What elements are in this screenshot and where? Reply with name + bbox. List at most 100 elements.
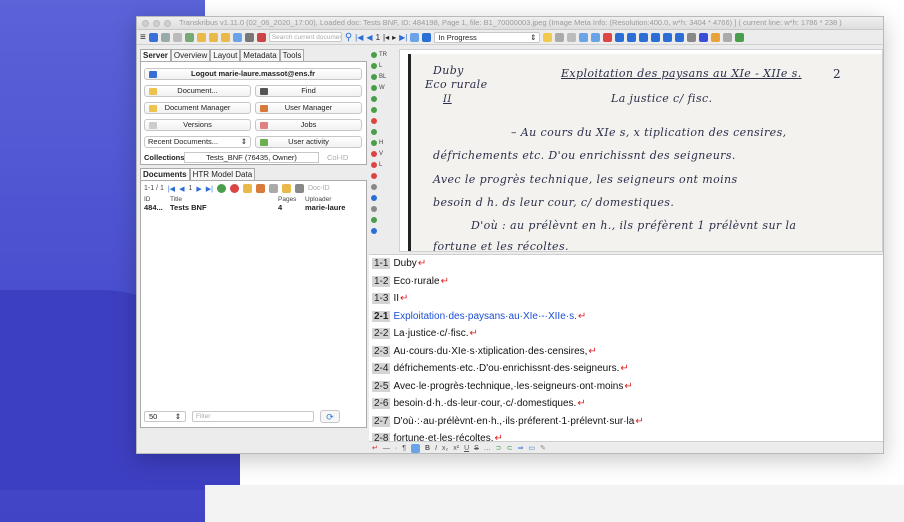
collection-select[interactable]: Tests_BNF (76435, Owner) (184, 152, 319, 163)
folder-icon[interactable] (196, 32, 206, 42)
zoom-region-icon[interactable] (603, 32, 613, 42)
transcript-line[interactable]: 2-6 besoin·d·h.·ds·leur·cour,·c/·domestiq… (369, 395, 883, 413)
tools-icon[interactable] (699, 32, 709, 42)
transcript-line[interactable]: 2-8 fortune·et·les·récoltes. ↵ (369, 430, 883, 441)
tool-button[interactable]: V (369, 148, 397, 159)
tool-button[interactable]: L (369, 60, 397, 71)
share-icon[interactable] (242, 184, 252, 193)
upload-icon[interactable] (256, 32, 266, 42)
arrow-icon[interactable] (663, 32, 673, 42)
pilcrow-icon[interactable]: ¶ (402, 445, 406, 452)
tab-layout[interactable]: Layout (210, 49, 241, 61)
tool-button[interactable] (369, 126, 397, 137)
apps-icon[interactable] (711, 32, 721, 42)
status-select[interactable]: In Progress ⇕ (434, 31, 541, 43)
transcript-line[interactable]: 2-5 Avec·le·progrès·technique,·les·seigne… (369, 378, 883, 396)
sync-icon[interactable] (232, 32, 242, 42)
last-page-icon[interactable]: ▶| (399, 33, 407, 42)
transcript-line[interactable]: 2-7 D'où·:·au·prélèvnt·en·h.,·ils·préfere… (369, 413, 883, 431)
remove-icon[interactable] (229, 184, 239, 193)
user-manager-button[interactable]: User Manager (255, 101, 362, 114)
tool-button[interactable] (369, 104, 397, 115)
col-id-input[interactable]: Col-ID (327, 153, 348, 162)
pages-icon[interactable] (567, 32, 577, 42)
line-text[interactable]: Duby (393, 258, 416, 269)
first-doc-icon[interactable]: |◂ (383, 33, 389, 42)
zoom-in-icon[interactable] (615, 32, 625, 42)
superscript-button[interactable]: x² (453, 445, 459, 452)
transcript-line[interactable]: 2-4 défrichements·etc.·D'ou·enrichissnt·d… (369, 360, 883, 378)
open-icon[interactable] (208, 32, 218, 42)
transcript-line[interactable]: 1-1 Duby ↵ (369, 255, 883, 273)
transcription-editor[interactable]: 1-1 Duby ↵ 1-2 Eco·rurale ↵ 1-3 II ↵ 2-1 Exploitat… (369, 254, 883, 441)
settings-icon[interactable] (184, 32, 194, 42)
col-id[interactable]: ID (144, 196, 170, 203)
menu-icon[interactable]: ≡ (140, 32, 146, 43)
recent-documents-select[interactable]: Recent Documents... ⇕ (144, 135, 251, 148)
expand-icon[interactable] (675, 32, 685, 42)
first-page-icon[interactable]: |◀ (168, 185, 175, 193)
refresh-button[interactable]: ⟳ (320, 410, 340, 423)
tool-button[interactable]: BL (369, 71, 397, 82)
jobs-button[interactable]: Jobs (255, 118, 362, 131)
page-size-select[interactable]: 50 ⇕ (144, 411, 186, 422)
tool-button[interactable] (369, 192, 397, 203)
minimize-icon[interactable] (153, 20, 160, 27)
line-text[interactable]: D'où·:·au·prélèvnt·en·h.,·ils·préferent·… (393, 416, 634, 427)
last-page-icon[interactable]: ▶| (206, 185, 213, 193)
col-uploader[interactable]: Uploader (305, 196, 355, 203)
italic-button[interactable]: I (435, 445, 437, 452)
close-icon[interactable] (142, 20, 149, 27)
table-row[interactable]: 484... Tests BNF 4 marie-laure (141, 203, 366, 212)
tool-button[interactable] (369, 115, 397, 126)
col-title[interactable]: Title (170, 196, 278, 203)
line-text[interactable]: Au·cours·du·XIe·s·xtiplication·des·censi… (393, 346, 587, 357)
tool-button[interactable] (369, 203, 397, 214)
fit-width-icon[interactable] (651, 32, 661, 42)
filter-input[interactable]: Filter (192, 411, 314, 422)
eye-icon[interactable] (591, 32, 601, 42)
tool-button[interactable] (369, 225, 397, 236)
search-icon[interactable]: ⚲ (345, 32, 352, 43)
line-text[interactable]: II (393, 293, 399, 304)
copy-icon[interactable] (268, 184, 278, 193)
search-input[interactable]: Search current document... (268, 32, 342, 42)
undo-icon[interactable]: ⊃ (496, 444, 502, 452)
versions-button[interactable]: Versions (144, 118, 251, 131)
tab-tools[interactable]: Tools (279, 49, 305, 61)
view-icon[interactable] (160, 32, 170, 42)
tool-button[interactable]: TR (369, 49, 397, 60)
next-page-icon[interactable]: ▶ (196, 185, 201, 193)
line-text[interactable]: La·justice·c/·fisc. (393, 328, 468, 339)
line-text[interactable]: Avec·le·progrès·technique,·les·seigneurs… (393, 381, 623, 392)
tool-button[interactable]: H (369, 137, 397, 148)
document-manager-button[interactable]: Document Manager (144, 101, 251, 114)
save-page-icon[interactable] (422, 32, 432, 42)
col-pages[interactable]: Pages (278, 196, 305, 203)
line-text[interactable]: Eco·rurale (393, 276, 439, 287)
maximize-icon[interactable] (164, 20, 171, 27)
tool-button[interactable] (369, 181, 397, 192)
lock-icon[interactable] (543, 32, 553, 42)
tool-button[interactable] (369, 93, 397, 104)
tool-button[interactable]: W (369, 82, 397, 93)
tab-metadata[interactable]: Metadata (240, 49, 280, 61)
space-icon[interactable]: · (395, 445, 397, 452)
bold-button[interactable]: B (425, 445, 430, 452)
tab-server[interactable]: Server (140, 49, 171, 61)
doc-id-input[interactable]: Doc-ID (308, 185, 330, 192)
prev-page-icon[interactable]: ◀ (179, 185, 184, 193)
reload-icon[interactable] (410, 32, 420, 42)
line-text[interactable]: fortune·et·les·récoltes. (393, 433, 493, 441)
transcript-line[interactable]: 1-3 II ↵ (369, 290, 883, 308)
line-text[interactable]: Exploitation·des·paysans·au·XIe·-·XIIe·s… (393, 311, 576, 322)
transcript-line[interactable]: 2-1 Exploitation·des·paysans·au·XIe·-·XII… (369, 308, 883, 326)
image-icon[interactable] (579, 32, 589, 42)
return-icon[interactable]: ↵ (372, 444, 378, 452)
tool-button[interactable] (369, 170, 397, 181)
logout-button[interactable]: Logout marie-laure.massot@ens.fr (144, 67, 362, 80)
user-activity-button[interactable]: User activity (255, 135, 362, 148)
tab-documents[interactable]: Documents (140, 168, 190, 180)
export-icon[interactable] (244, 32, 254, 42)
keyboard-icon[interactable] (410, 443, 420, 453)
